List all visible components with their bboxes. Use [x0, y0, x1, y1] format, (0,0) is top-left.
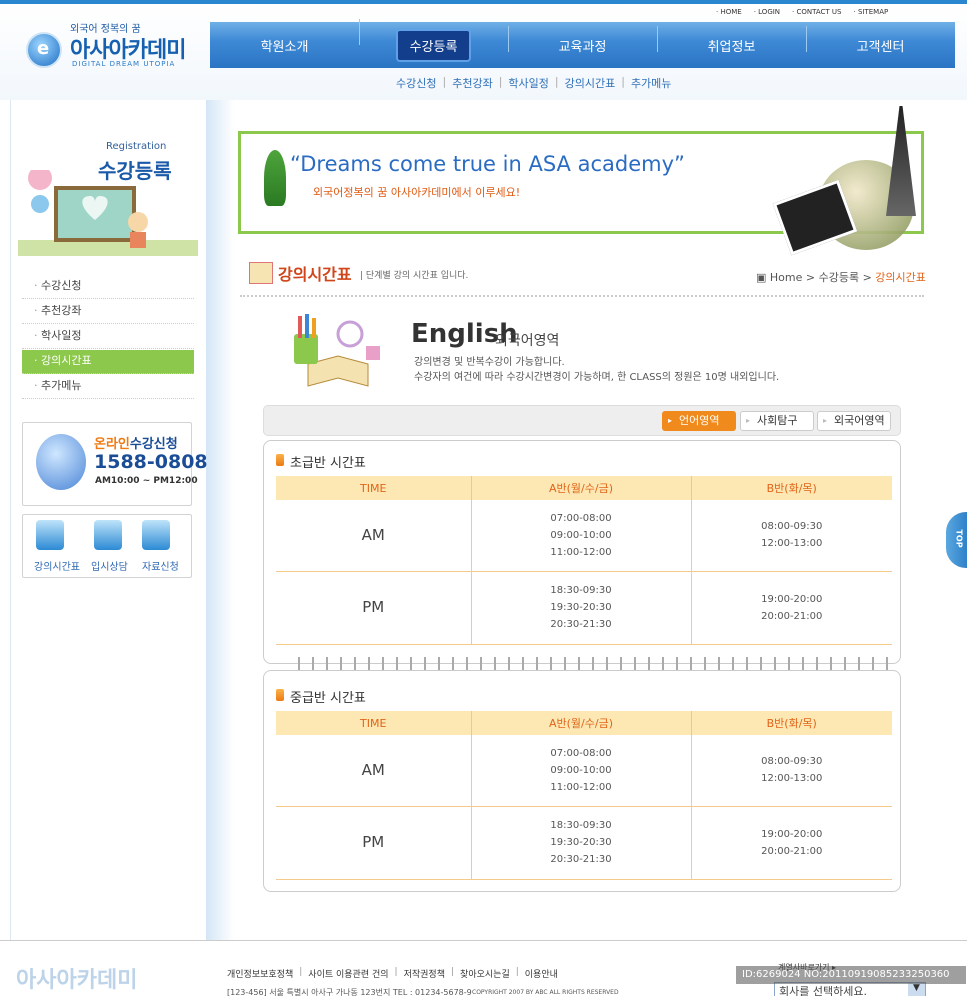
- sub-nav: 수강신청 | 추천강좌 | 학사일정 | 강의시간표 | 추가메뉴: [396, 75, 672, 91]
- bullet-icon: [276, 689, 284, 701]
- footer-logo: 아사아카데미: [16, 968, 138, 993]
- subnav-item[interactable]: 추천강좌: [452, 75, 492, 91]
- col-header-b: B반(화/목): [690, 711, 892, 735]
- logo-english: DIGITAL DREAM UTOPIA: [72, 60, 176, 68]
- timetable-section-icon: [249, 262, 273, 284]
- quick-link-timetable[interactable]: 강의시간표: [34, 558, 80, 573]
- logo-e-icon[interactable]: e: [26, 32, 62, 68]
- breadcrumb-mid[interactable]: 수강등록: [819, 271, 859, 284]
- table-row: PM 18:30-09:30 19:30-20:30 20:30-21:30 19:…: [276, 571, 892, 645]
- subnav-item[interactable]: 수강신청: [396, 75, 436, 91]
- slot-cell: 07:00-08:00 09:00-10:00 11:00-12:00: [470, 735, 691, 807]
- books-illustration: [294, 314, 380, 387]
- registration-title: 수강등록: [98, 159, 172, 183]
- registration-en-label: Registration: [106, 141, 167, 152]
- util-home-link[interactable]: HOME: [716, 8, 741, 16]
- left-menu-item[interactable]: 수강신청: [22, 275, 194, 299]
- breadcrumb-home[interactable]: Home: [770, 271, 802, 284]
- time-cell: AM: [276, 500, 471, 572]
- time-cell: AM: [276, 735, 471, 807]
- page-title: 강의시간표: [278, 265, 352, 284]
- left-menu-item[interactable]: 학사일정: [22, 325, 194, 349]
- timetable-intermediate: TIME A반(월/수/금) B반(화/목) AM 07:00-08:00 09:00…: [276, 711, 892, 880]
- utility-links: HOME LOGIN CONTACT US SITEMAP: [716, 8, 888, 16]
- timetable-title: 중급반 시간표: [290, 691, 366, 706]
- phone-number: 1588-0808: [94, 451, 208, 473]
- util-contact-link[interactable]: CONTACT US: [792, 8, 842, 16]
- footer-links: 개인정보보호정책 | 사이트 이용관련 건의 | 저작권정책 | 찾아오시는길 | 이용…: [227, 967, 558, 980]
- tab-language[interactable]: 언어영역: [662, 411, 736, 431]
- online-title: 온라인수강신청: [94, 437, 178, 452]
- left-menu-item-active[interactable]: 강의시간표: [22, 350, 194, 374]
- left-menu-item[interactable]: 추가메뉴: [22, 375, 194, 399]
- col-header-time: TIME: [276, 711, 471, 735]
- bullet-icon: [276, 454, 284, 466]
- time-cell: PM: [276, 806, 471, 880]
- office-hours: AM10:00 ~ PM12:00: [95, 476, 198, 486]
- util-login-link[interactable]: LOGIN: [754, 8, 780, 16]
- gnb-item-registration[interactable]: 수강등록: [359, 18, 508, 62]
- slot-cell: 08:00-09:30 12:00-13:00: [690, 500, 892, 572]
- computer-icon: [36, 434, 86, 490]
- divider: [240, 295, 924, 297]
- tab-foreign-language[interactable]: 외국어영역: [817, 411, 891, 431]
- slot-cell: 18:30-09:30 19:30-20:30 20:30-21:30: [470, 571, 691, 645]
- slot-cell: 19:00-20:00 20:00-21:00: [690, 806, 892, 880]
- footer-link[interactable]: 이용안내: [525, 967, 558, 980]
- footer-address: [123-456] 서울 특별시 아사구 가나동 123번지 TEL : 012…: [227, 988, 472, 996]
- gnb-item-support[interactable]: 고객센터: [806, 25, 955, 55]
- subject-desc-2: 수강자의 여건에 따라 수강시간변경이 가능하며, 한 CLASS의 정원은 1…: [414, 372, 780, 383]
- left-menu-item[interactable]: 추천강좌: [22, 300, 194, 324]
- global-nav: 학원소개 수강등록 교육과정 취업정보 고객센터: [210, 18, 955, 68]
- col-header-a: A반(월/수/금): [470, 711, 691, 735]
- footer-link[interactable]: 찾아오시는길: [460, 967, 510, 980]
- breadcrumb: ▣ Home > 수강등록 > 강의시간표: [756, 271, 926, 284]
- col-header-a: A반(월/수/금): [470, 476, 691, 500]
- page-description: | 단계별 강의 시간표 입니다.: [360, 271, 469, 281]
- family-site-select[interactable]: 회사를 선택하세요.: [774, 982, 926, 996]
- breadcrumb-current: 강의시간표: [875, 271, 926, 284]
- table-row: PM 18:30-09:30 19:30-20:30 20:30-21:30 19:…: [276, 806, 892, 880]
- subject-subtitle: 외국어영역: [495, 333, 560, 349]
- timetable-title: 초급반 시간표: [290, 456, 366, 471]
- util-sitemap-link[interactable]: SITEMAP: [854, 8, 888, 16]
- left-menu: 수강신청 추천강좌 학사일정 강의시간표 추가메뉴: [22, 275, 194, 400]
- chevron-down-icon[interactable]: ▼: [908, 983, 925, 996]
- footer-link[interactable]: 개인정보보호정책: [227, 967, 293, 980]
- tab-social-studies[interactable]: 사회탐구: [740, 411, 814, 431]
- banner-subtitle: 외국어정복의 꿈 아사아카데미에서 이루세요!: [313, 186, 521, 199]
- table-row: AM 07:00-08:00 09:00-10:00 11:00-12:00 08:…: [276, 500, 892, 572]
- subject-desc-1: 강의변경 및 반복수강이 가능합니다.: [414, 357, 565, 368]
- gnb-item-about[interactable]: 학원소개: [210, 36, 359, 55]
- quick-link-consult[interactable]: 입시상담: [91, 558, 128, 573]
- home-icon: ▣: [756, 271, 770, 284]
- subnav-item[interactable]: 학사일정: [508, 75, 548, 91]
- subnav-item[interactable]: 추가메뉴: [631, 75, 671, 91]
- gnb-item-curriculum[interactable]: 교육과정: [508, 25, 657, 55]
- subnav-item[interactable]: 강의시간표: [565, 75, 616, 91]
- footer-link[interactable]: 사이트 이용관련 건의: [308, 967, 388, 980]
- timetable-icon[interactable]: [36, 520, 64, 550]
- slot-cell: 07:00-08:00 09:00-10:00 11:00-12:00: [470, 500, 691, 572]
- scroll-top-button[interactable]: TOP: [946, 512, 967, 568]
- table-row: AM 07:00-08:00 09:00-10:00 11:00-12:00 08:…: [276, 735, 892, 807]
- pencil-icon[interactable]: [142, 520, 170, 550]
- footer-copyright: COPYRIGHT 2007 BY ABC ALL RIGHTS RESERVE…: [472, 989, 619, 996]
- image-id-overlay: ID:6269024 NO:20110919085233250360: [736, 966, 966, 984]
- sidebar-shadow: [206, 100, 234, 940]
- quick-link-request[interactable]: 자료신청: [142, 558, 179, 573]
- banner-headline: “Dreams come true in ASA academy”: [290, 152, 685, 176]
- footer-link[interactable]: 저작권정책: [404, 967, 445, 980]
- gnb-item-jobs[interactable]: 취업정보: [657, 25, 806, 55]
- col-header-b: B반(화/목): [690, 476, 892, 500]
- tree-illustration: [264, 150, 286, 206]
- slot-cell: 18:30-09:30 19:30-20:30 20:30-21:30: [470, 806, 691, 880]
- slot-cell: 19:00-20:00 20:00-21:00: [690, 571, 892, 645]
- time-cell: PM: [276, 571, 471, 645]
- col-header-time: TIME: [276, 476, 471, 500]
- slot-cell: 08:00-09:30 12:00-13:00: [690, 735, 892, 807]
- consult-icon[interactable]: [94, 520, 122, 550]
- timetable-beginner: TIME A반(월/수/금) B반(화/목) AM 07:00-08:00 09:00…: [276, 476, 892, 645]
